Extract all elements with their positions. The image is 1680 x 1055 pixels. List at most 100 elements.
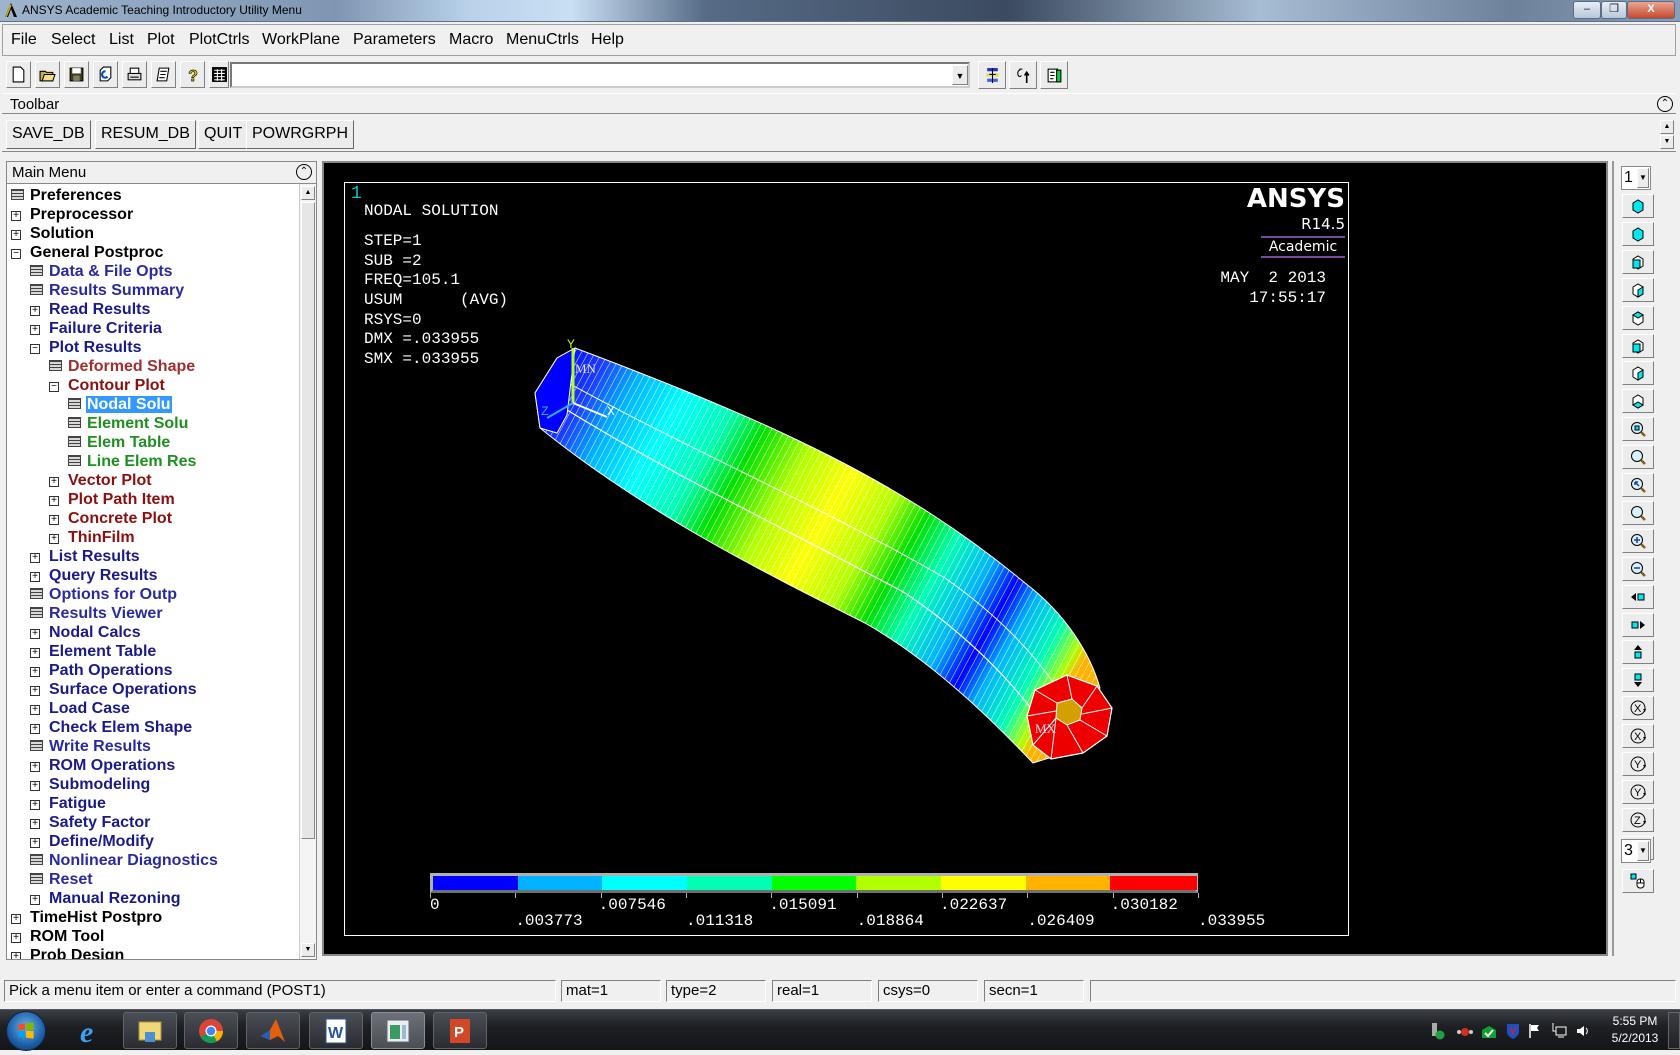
expand-icon[interactable]: + [30,648,40,658]
tree-item-define-modify[interactable]: + Define/Modify [30,832,155,851]
tree-item-preprocessor[interactable]: + Preprocessor [11,205,134,224]
taskbar-matlab[interactable] [246,1012,300,1049]
tree-item-nodal-solu[interactable]: Nodal Solu [68,395,172,414]
help-button[interactable]: ? [180,61,205,88]
tree-item-nodal-calcs[interactable]: + Nodal Calcs [30,623,142,642]
volume-icon[interactable] [1574,1022,1592,1040]
fit-view-button[interactable] [1622,417,1654,442]
rotate-z-plus-button[interactable]: Z [1622,807,1654,832]
save-button[interactable] [64,61,89,88]
reset-picking-button[interactable] [1009,61,1037,89]
tree-item-write-results[interactable]: Write Results [30,737,152,756]
expand-icon[interactable]: + [30,629,40,639]
action-center-check-icon[interactable] [1480,1022,1498,1040]
tree-item-failure-criteria[interactable]: + Failure Criteria [30,319,163,338]
tree-item-nonlinear-diagnostics[interactable]: Nonlinear Diagnostics [30,851,219,870]
expand-icon[interactable]: + [30,819,40,829]
menu-select[interactable]: Select [51,31,95,49]
close-button[interactable]: X [1627,1,1675,19]
expand-icon[interactable]: + [11,914,21,924]
tree-item-vector-plot[interactable]: + Vector Plot [49,471,153,490]
tree-item-prob-design[interactable]: + Prob Design [11,946,125,959]
taskbar-word[interactable]: W [309,1012,363,1049]
menu-plotctrls[interactable]: PlotCtrls [189,31,249,49]
left-view-button[interactable] [1622,389,1654,414]
expand-icon[interactable]: + [30,553,40,563]
expand-icon[interactable]: + [30,325,40,335]
rotate-x-minus-button[interactable]: X [1622,724,1654,749]
resume-db-button[interactable]: RESUM_DB [95,120,196,149]
expand-icon[interactable]: + [49,477,59,487]
contact-manager-button[interactable] [1040,61,1068,89]
toolbar-scroll-down[interactable]: ▼ [1660,135,1674,149]
menu-file[interactable]: File [11,31,37,49]
right-view-button[interactable] [1622,361,1654,386]
tree-item-solution[interactable]: + Solution [11,224,95,243]
antivirus-shield-icon[interactable]: V [1504,1022,1522,1040]
pan-down-button[interactable] [1622,668,1654,693]
new-button[interactable] [6,61,31,88]
tree-item-results-summary[interactable]: Results Summary [30,281,185,300]
collapse-icon[interactable]: − [49,382,59,392]
tree-item-path-operations[interactable]: + Path Operations [30,661,174,680]
menu-help[interactable]: Help [591,31,624,49]
tree-item-query-results[interactable]: + Query Results [30,566,158,585]
tree-item-timehist-postpro[interactable]: + TimeHist Postpro [11,908,163,927]
expand-icon[interactable]: + [30,895,40,905]
tree-item-options-for-outp[interactable]: Options for Outp [30,585,178,604]
rotate-y-minus-button[interactable]: Y [1622,779,1654,804]
usb-safe-remove-icon[interactable] [1428,1022,1446,1040]
tree-item-plot-path-item[interactable]: + Plot Path Item [49,490,176,509]
menu-menuctrls[interactable]: MenuCtrls [506,31,579,49]
tree-item-check-elem-shape[interactable]: + Check Elem Shape [30,718,193,737]
clock-time[interactable]: 5:55 PM [1600,1014,1670,1028]
back-up-button[interactable] [1622,500,1654,525]
expand-icon[interactable]: + [30,724,40,734]
expand-icon[interactable]: + [30,306,40,316]
collapse-toolbar-icon[interactable]: ⌃ [1657,96,1673,112]
expand-icon[interactable]: + [11,211,21,221]
rotate-y-plus-button[interactable]: Y [1622,752,1654,776]
pan-left-button[interactable] [1622,584,1654,609]
graphics-window[interactable]: 1 NODAL SOLUTION STEP=1 SUB =2 FREQ=105.… [322,161,1608,956]
tree-item-fatigue[interactable]: + Fatigue [30,794,107,813]
pan-up-button[interactable] [1622,640,1654,665]
tree-item-data-file-opts[interactable]: Data & File Opts [30,262,174,281]
back-view-button[interactable] [1622,305,1654,330]
expand-icon[interactable]: + [11,230,21,240]
tree-item-read-results[interactable]: + Read Results [30,300,151,319]
raise-hidden-button[interactable] [978,61,1006,89]
menu-list[interactable]: List [109,31,134,49]
zoom-in-button[interactable] [1622,528,1654,553]
tree-item-elem-table[interactable]: Elem Table [68,433,171,452]
tree-item-preferences[interactable]: Preferences [11,186,123,205]
tree-item-manual-rezoning[interactable]: + Manual Rezoning [30,889,182,908]
collapse-icon[interactable]: − [11,249,21,259]
taskbar-internet-explorer[interactable]: e [62,1012,116,1049]
rotate-increment-select[interactable]: 3 ▼ [1621,839,1651,863]
expand-icon[interactable]: + [49,534,59,544]
tree-item-load-case[interactable]: + Load Case [30,699,131,718]
menu-workplane[interactable]: WorkPlane [262,31,340,49]
taskbar-chrome[interactable] [184,1012,238,1049]
print-button[interactable] [122,61,147,88]
restore-button[interactable]: ❐ [1601,1,1627,19]
tree-item-surface-operations[interactable]: + Surface Operations [30,680,198,699]
zoom-button[interactable] [1622,445,1654,470]
expand-icon[interactable]: + [11,933,21,943]
expand-icon[interactable]: + [30,800,40,810]
command-history-button[interactable] [209,61,229,88]
command-history-dropdown[interactable]: ▼ [952,65,968,85]
menu-macro[interactable]: Macro [449,31,493,49]
taskbar-ansys[interactable] [371,1012,425,1049]
open-button[interactable] [35,61,60,88]
collapse-main-menu-icon[interactable]: ⌃ [296,164,312,180]
expand-icon[interactable]: + [49,515,59,525]
scroll-up-button[interactable]: ▲ [301,186,315,200]
rotate-x-plus-button[interactable]: X [1622,696,1654,721]
expand-icon[interactable]: + [11,952,21,959]
expand-icon[interactable]: + [30,781,40,791]
tree-item-deformed-shape[interactable]: Deformed Shape [49,357,196,376]
scroll-down-button[interactable]: ▼ [301,943,315,957]
expand-icon[interactable]: + [30,572,40,582]
